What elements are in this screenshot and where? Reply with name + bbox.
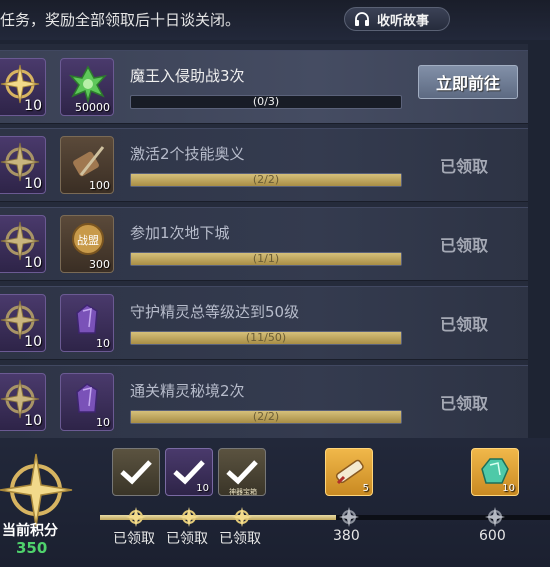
reward-qty: 10 xyxy=(502,483,515,494)
task-row: 10 10 守护精灵总等级达到50级 (11/50) 已领取 xyxy=(0,286,528,360)
sword-scroll-icon xyxy=(73,146,105,177)
item-reward-slot[interactable]: 10 xyxy=(60,294,114,352)
reward-qty: 10 xyxy=(24,413,42,429)
milestone-reward[interactable]: 5 xyxy=(325,448,373,496)
reward-qty: 50000 xyxy=(75,101,110,114)
points-reward-slot[interactable]: 10 xyxy=(0,373,46,431)
reward-qty: 10 xyxy=(24,176,42,192)
reward-qty: 100 xyxy=(89,179,110,192)
checkmark-icon xyxy=(173,460,205,485)
task-title: 魔王入侵助战3次 xyxy=(130,67,245,85)
points-progress-area: 当前积分 350 10 神器宝箱 5 10 已领取 已领取 已领取 380 60… xyxy=(0,438,550,567)
item-reward-slot[interactable]: 战盟 300 xyxy=(60,215,114,273)
top-bar: 任务，奖励全部领取后十日谈关闭。 收听故事 xyxy=(0,0,550,40)
points-reward-slot[interactable]: 10 xyxy=(0,294,46,352)
milestone-node-icon xyxy=(126,507,146,527)
milestone-node-icon xyxy=(485,507,505,527)
milestone-reward[interactable]: 10 xyxy=(471,448,519,496)
item-reward-slot[interactable]: 10 xyxy=(60,373,114,431)
milestone-label: 已领取 xyxy=(166,531,208,547)
progress-text: (2/2) xyxy=(252,410,280,423)
points-track xyxy=(100,515,550,520)
task-row: 10 10 通关精灵秘境2次 (2/2) 已领取 xyxy=(0,365,528,439)
points-reward-slot[interactable]: 10 xyxy=(0,58,46,116)
task-title: 激活2个技能奥义 xyxy=(130,145,245,163)
reward-qty: 10 xyxy=(24,255,42,271)
milestone-reward[interactable]: 10 xyxy=(165,448,213,496)
task-title: 参加1次地下城 xyxy=(130,224,230,242)
claimed-status: 已领取 xyxy=(440,157,489,176)
reward-qty: 300 xyxy=(89,258,110,271)
item-reward-slot[interactable]: 100 xyxy=(60,136,114,194)
green-crystal-icon xyxy=(68,65,108,104)
task-progress-bar: (0/3) xyxy=(130,95,402,109)
milestone-reward[interactable] xyxy=(112,448,160,496)
milestone-label: 已领取 xyxy=(219,531,261,547)
task-row: 10 100 激活2个技能奥义 (2/2) 已领取 xyxy=(0,128,528,202)
current-points-label: 当前积分 xyxy=(2,523,58,539)
reward-qty: 5 xyxy=(362,483,369,494)
task-progress-bar: (2/2) xyxy=(130,173,402,187)
progress-text: (2/2) xyxy=(252,173,280,186)
item-reward-slot[interactable]: 50000 xyxy=(60,58,114,116)
purple-stone-icon xyxy=(76,304,98,334)
task-title: 守护精灵总等级达到50级 xyxy=(130,303,300,321)
listen-story-button[interactable]: 收听故事 xyxy=(344,7,450,31)
milestone-node-icon xyxy=(179,507,199,527)
reward-qty: 10 xyxy=(96,337,110,350)
compass-star-icon xyxy=(0,453,73,527)
task-progress-bar: (11/50) xyxy=(130,331,402,345)
milestone-label: 600 xyxy=(479,528,506,544)
points-reward-slot[interactable]: 10 xyxy=(0,215,46,273)
headphones-icon xyxy=(355,12,369,26)
task-title: 通关精灵秘境2次 xyxy=(130,382,245,400)
milestone-reward[interactable]: 神器宝箱 xyxy=(218,448,266,496)
notice-text: 任务，奖励全部领取后十日谈关闭。 xyxy=(0,11,241,29)
guild-coin-icon: 战盟 xyxy=(72,223,104,255)
task-progress-bar: (1/1) xyxy=(130,252,402,266)
guild-coin-label: 战盟 xyxy=(77,234,99,247)
reward-qty: 10 xyxy=(24,334,42,350)
task-progress-bar: (2/2) xyxy=(130,410,402,424)
milestone-label: 已领取 xyxy=(113,531,155,547)
milestone-node-icon xyxy=(232,507,252,527)
claimed-status: 已领取 xyxy=(440,394,489,413)
scroll-icon: 神器宝箱 xyxy=(229,487,257,496)
task-row: 10 50000 魔王入侵助战3次 (0/3) 立即前往 xyxy=(0,50,528,124)
milestone-label: 380 xyxy=(333,528,360,544)
current-points-value: 350 xyxy=(16,539,48,557)
claimed-status: 已领取 xyxy=(440,236,489,255)
reward-qty: 10 xyxy=(96,416,110,429)
task-row: 10 战盟 300 参加1次地下城 (1/1) 已领取 xyxy=(0,207,528,281)
checkmark-icon xyxy=(120,460,152,485)
go-now-button[interactable]: 立即前往 xyxy=(418,65,518,99)
claimed-status: 已领取 xyxy=(440,315,489,334)
reward-qty: 10 xyxy=(24,98,42,114)
milestone-node-icon xyxy=(339,507,359,527)
purple-stone-icon xyxy=(76,383,98,413)
progress-text: (0/3) xyxy=(252,95,280,108)
points-reward-slot[interactable]: 10 xyxy=(0,136,46,194)
reward-qty: 10 xyxy=(196,483,209,494)
progress-text: (11/50) xyxy=(245,331,287,344)
listen-story-label: 收听故事 xyxy=(377,13,430,29)
task-list: 10 50000 魔王入侵助战3次 (0/3) 立即前往 10 100 激活2个… xyxy=(0,44,528,439)
reward-caption: 神器宝箱 xyxy=(229,487,257,496)
progress-text: (1/1) xyxy=(252,252,280,265)
